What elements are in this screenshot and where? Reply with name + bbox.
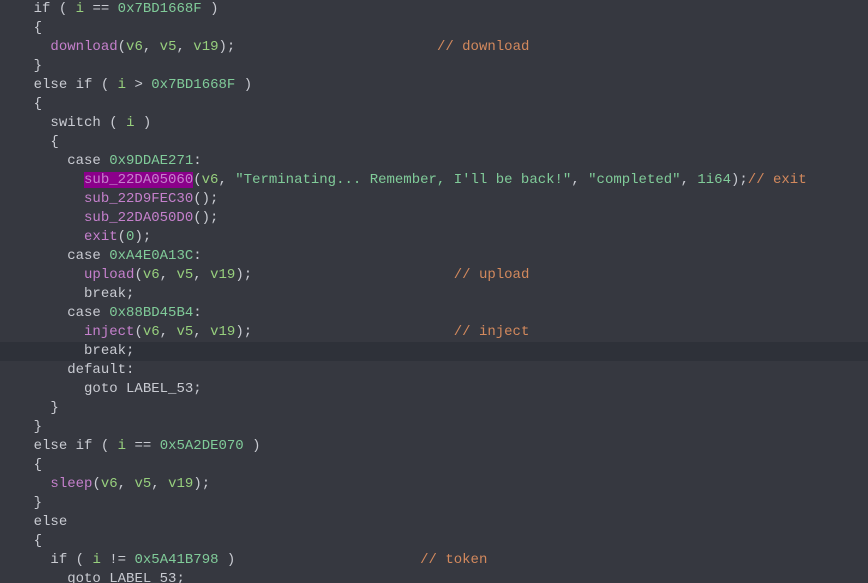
code-line: else if ( i == 0x5A2DE070 )	[0, 438, 261, 454]
code-line: {	[0, 134, 59, 150]
code-line: else	[0, 514, 67, 530]
code-line: goto LABEL_53;	[0, 381, 202, 397]
code-line: {	[0, 20, 42, 36]
code-line: download(v6, v5, v19); // download	[0, 39, 529, 55]
code-line: if ( i != 0x5A41B798 ) // token	[0, 552, 487, 568]
code-line: else if ( i > 0x7BD1668F )	[0, 77, 252, 93]
code-line: sub_22DA05060(v6, "Terminating... Rememb…	[0, 172, 807, 188]
code-line: }	[0, 400, 59, 416]
code-line: if ( i == 0x7BD1668F )	[0, 1, 219, 17]
code-line: {	[0, 96, 42, 112]
code-line: {	[0, 533, 42, 549]
code-line: case 0xA4E0A13C:	[0, 248, 202, 264]
code-line: upload(v6, v5, v19); // upload	[0, 267, 529, 283]
code-line: {	[0, 457, 42, 473]
code-line: exit(0);	[0, 229, 151, 245]
code-line: case 0x9DDAE271:	[0, 153, 202, 169]
code-line: sub_22D9FEC30();	[0, 191, 218, 207]
code-line: goto LABEL_53;	[0, 571, 185, 583]
code-line: }	[0, 419, 42, 435]
code-line: sleep(v6, v5, v19);	[0, 476, 210, 492]
highlighted-symbol: sub_22DA05060	[84, 172, 193, 188]
code-line: sub_22DA050D0();	[0, 210, 218, 226]
code-line: }	[0, 495, 42, 511]
code-line: case 0x88BD45B4:	[0, 305, 202, 321]
code-line: inject(v6, v5, v19); // inject	[0, 324, 529, 340]
code-line: default:	[0, 362, 134, 378]
code-line: break;	[0, 286, 134, 302]
cursor-line: break;	[0, 342, 868, 361]
code-line: }	[0, 58, 42, 74]
decompiler-view[interactable]: if ( i == 0x7BD1668F ) { download(v6, v5…	[0, 0, 868, 583]
code-line: switch ( i )	[0, 115, 151, 131]
